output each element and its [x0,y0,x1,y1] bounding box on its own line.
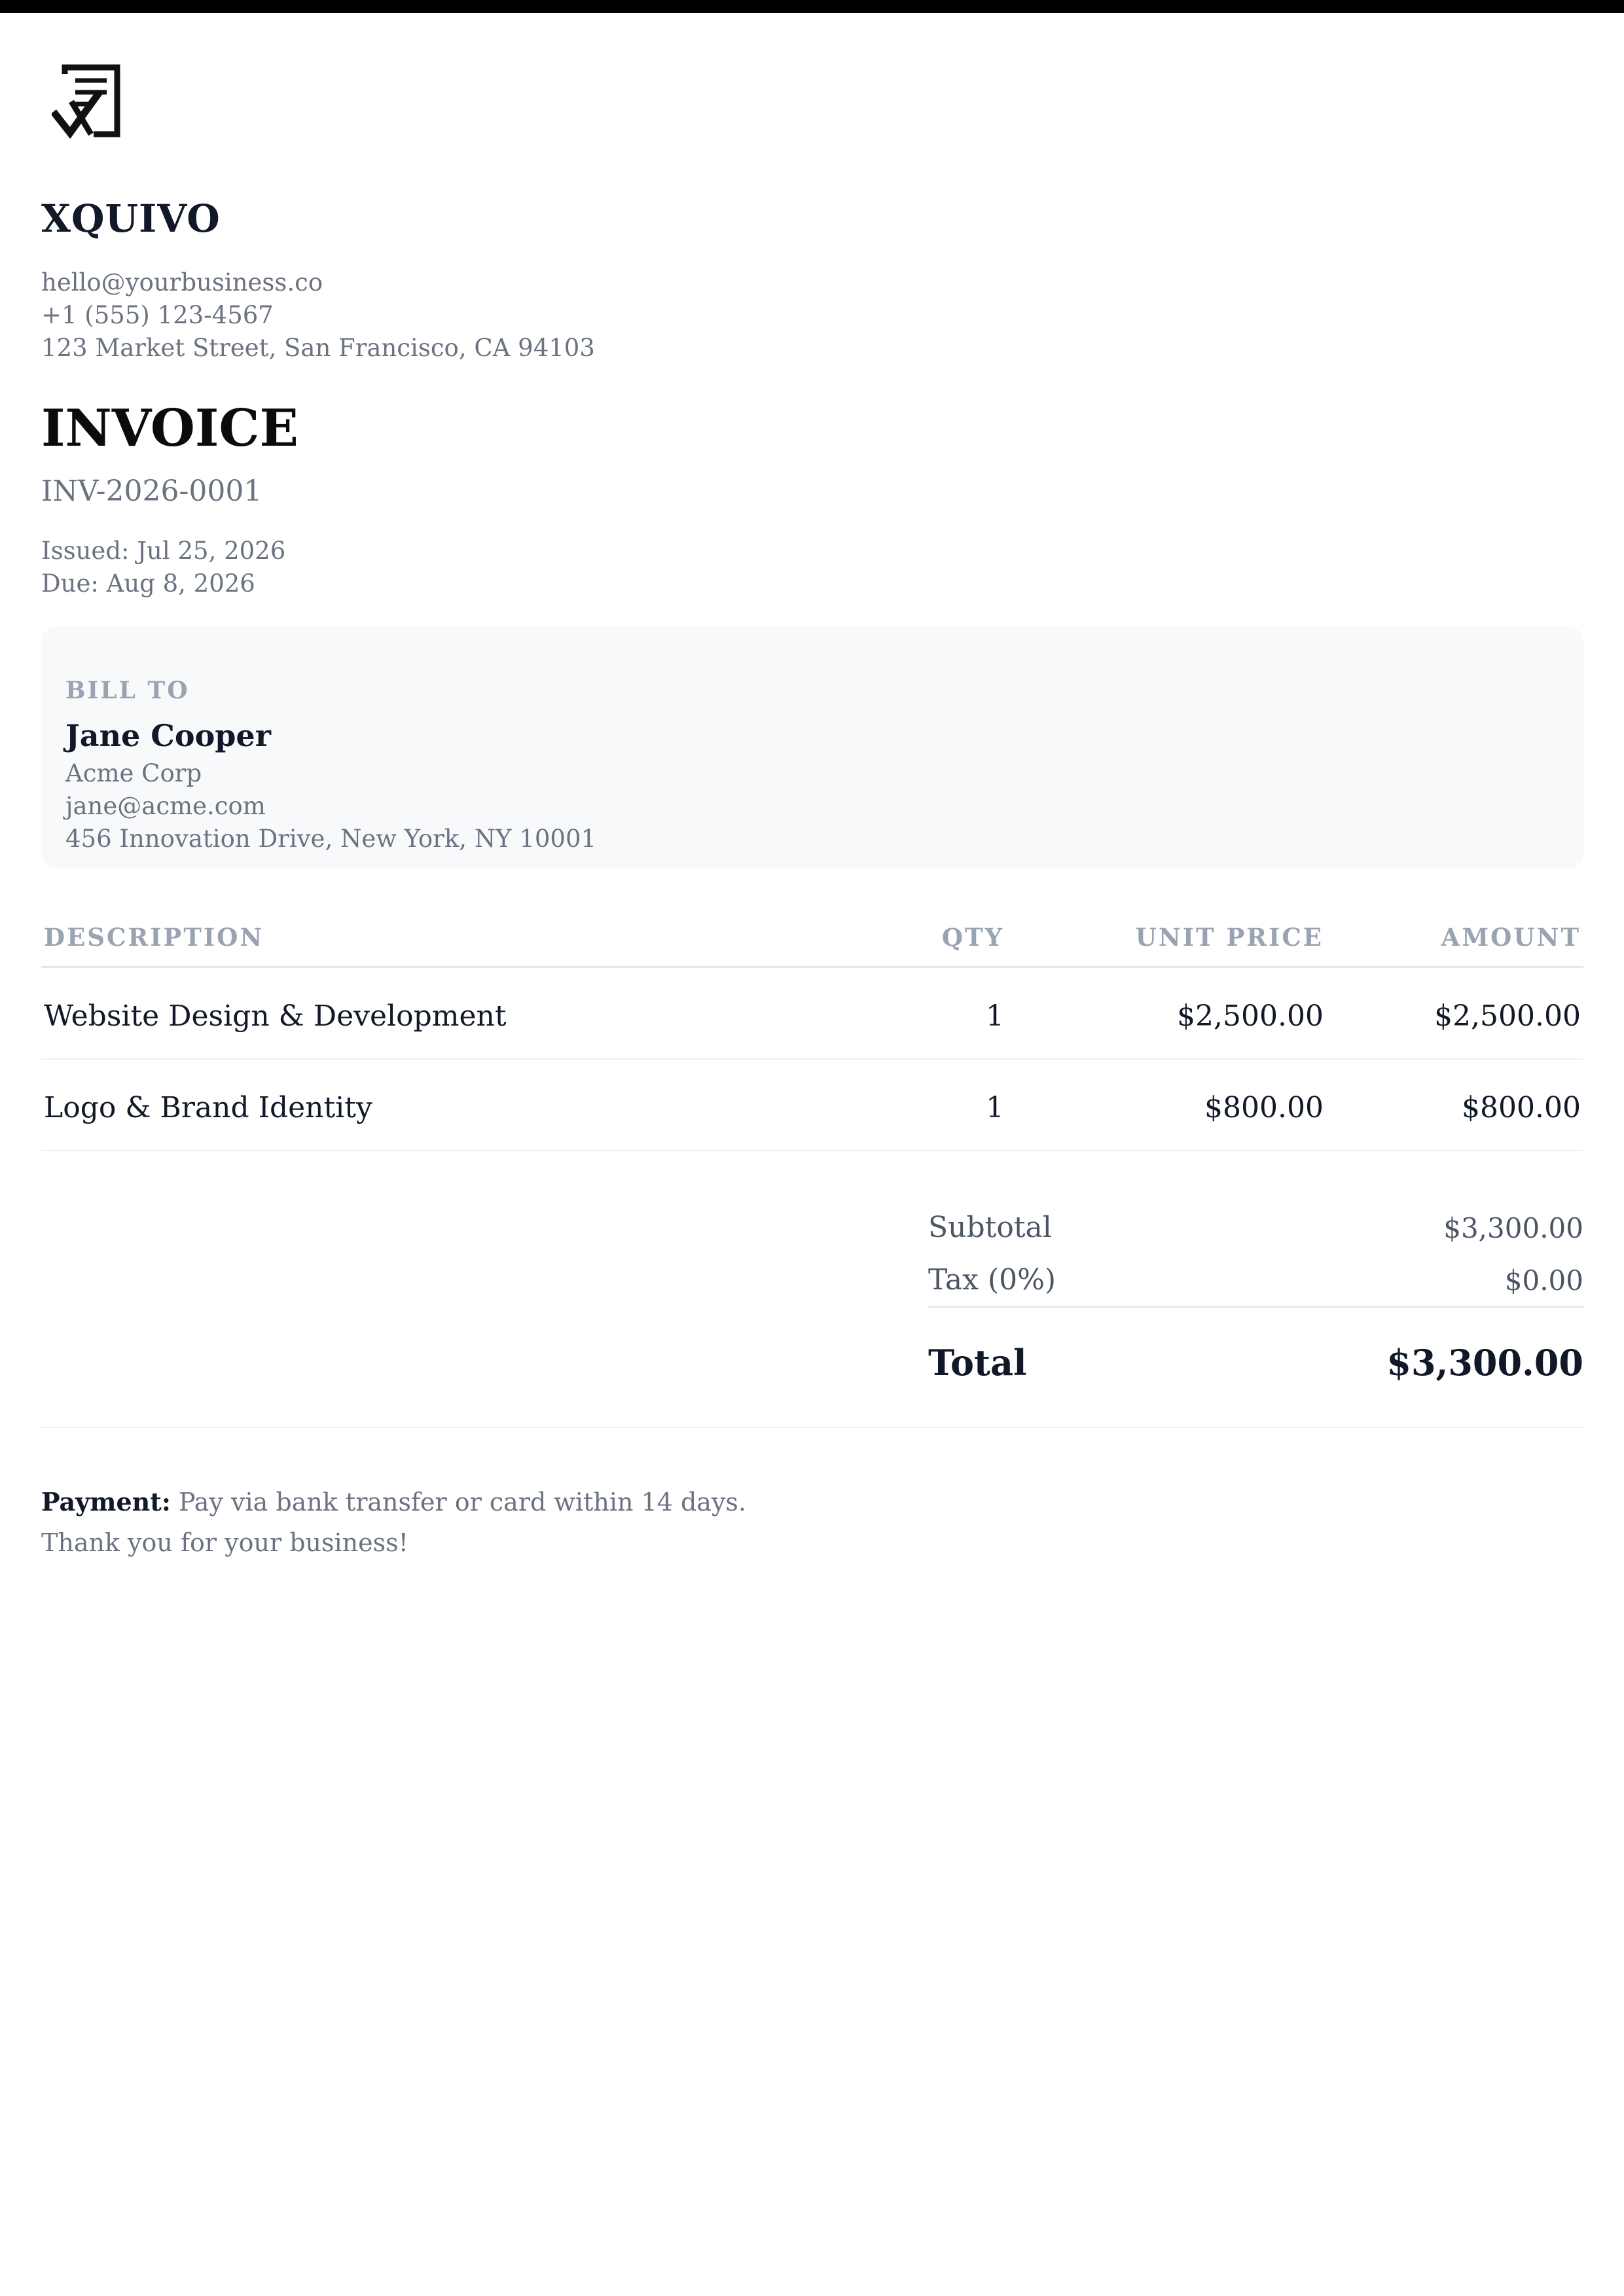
receipt-check-icon [52,62,124,141]
payment-text: Pay via bank transfer or card within 14 … [170,1488,746,1516]
subtotal-label: Subtotal [928,1211,1052,1244]
row-description: Website Design & Development [44,999,507,1033]
row-qty: 1 [986,999,1004,1033]
payment-note: Payment: Pay via bank transfer or card w… [41,1487,746,1516]
total-label: Total [928,1342,1027,1384]
row-unit-price: $2,500.00 [1177,999,1324,1033]
row-amount: $2,500.00 [1434,999,1581,1033]
header-description: DESCRIPTION [44,923,264,952]
row-unit-price: $800.00 [1204,1091,1324,1124]
client-company: Acme Corp [65,759,202,787]
invoice-number: INV-2026-0001 [41,475,262,508]
total-value: $3,300.00 [1386,1342,1583,1384]
header-amount: AMOUNT [1441,923,1581,952]
tax-label: Tax (0%) [928,1263,1056,1297]
footer-divider [41,1427,1583,1428]
payment-label: Payment: [41,1487,171,1516]
issued-date: Issued: Jul 25, 2026 [41,537,286,565]
top-bar [0,0,1624,13]
totals-divider [928,1306,1583,1308]
row-amount: $800.00 [1462,1091,1581,1124]
table-row: Logo & Brand Identity 1 $800.00 $800.00 [41,1060,1583,1151]
row-divider [41,1150,1583,1151]
subtotal-value: $3,300.00 [1443,1212,1583,1244]
thank-you-note: Thank you for your business! [41,1528,408,1557]
header-qty: QTY [941,923,1004,952]
business-address: 123 Market Street, San Francisco, CA 941… [41,334,595,362]
client-address: 456 Innovation Drive, New York, NY 10001 [65,825,597,853]
row-qty: 1 [986,1091,1004,1124]
bill-to-label: BILL TO [65,677,190,704]
bill-to-box: BILL TO Jane Cooper Acme Corp jane@acme.… [41,626,1583,869]
invoice-title: INVOICE [41,399,298,458]
business-email: hello@yourbusiness.co [41,268,323,296]
due-date: Due: Aug 8, 2026 [41,569,255,598]
tax-value: $0.00 [1504,1265,1583,1297]
table-row: Website Design & Development 1 $2,500.00… [41,968,1583,1060]
row-description: Logo & Brand Identity [44,1091,372,1124]
client-email: jane@acme.com [65,792,266,820]
business-phone: +1 (555) 123-4567 [41,301,274,329]
header-unit-price: UNIT PRICE [1135,923,1324,952]
business-name: XQUIVO [41,196,221,241]
client-name: Jane Cooper [65,718,271,753]
